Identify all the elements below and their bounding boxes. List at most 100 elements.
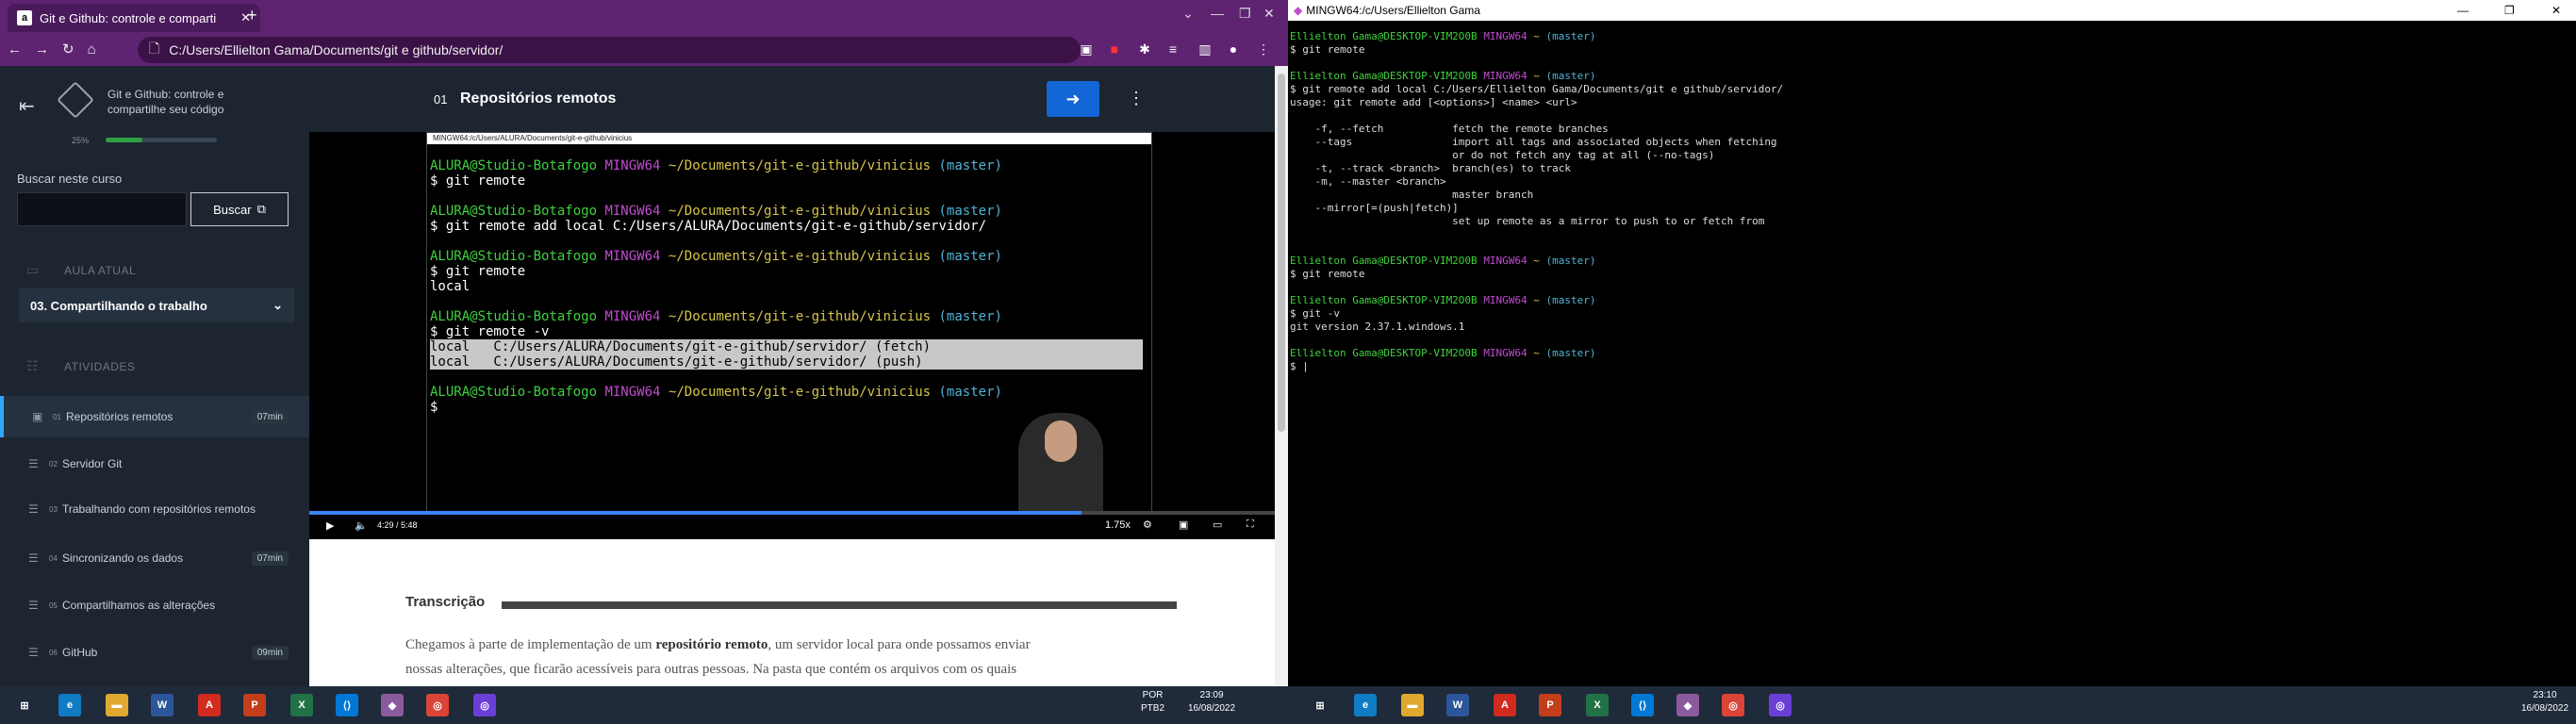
course-logo-icon [57, 81, 94, 119]
address-bar[interactable]: 🗋 C:/Users/Ellielton Gama/Documents/git … [138, 37, 1081, 63]
collapse-menu-icon[interactable]: ⇤ [19, 94, 35, 118]
video-terminal-line: ALURA@Studio-Botafogo MINGW64 ~/Document… [430, 204, 1002, 219]
theater-icon[interactable]: ▭ [1213, 518, 1222, 531]
home-icon[interactable]: ⌂ [88, 41, 96, 58]
progress-fill [106, 138, 142, 142]
terminal-minimize[interactable]: — [2457, 4, 2469, 17]
term-prompt-path: ~ [1533, 294, 1540, 306]
prompt-sys: MINGW64 [604, 385, 661, 400]
tray-clock-right[interactable]: 23:10 16/08/2022 [2521, 689, 2568, 716]
activity-item[interactable]: ▣ 01 Repositórios remotos 07min [0, 396, 309, 437]
acrobat-icon[interactable]: A [198, 694, 221, 716]
start-icon[interactable]: ⊞ [13, 694, 36, 716]
search-input[interactable] [17, 192, 187, 226]
prompt-branch: (master) [938, 204, 1002, 219]
activity-item[interactable]: ☰ 02 Servidor Git [0, 443, 309, 485]
term-prompt-path: ~ [1533, 70, 1540, 82]
activity-item[interactable]: ☰ 04 Sincronizando os dados 07min [0, 537, 309, 579]
close-window-button[interactable]: ✕ [1263, 6, 1275, 22]
activity-item[interactable]: ☰ 05 Compartilhamos as alterações [0, 584, 309, 626]
menu-icon[interactable]: ⋮ [1254, 40, 1273, 58]
pip-icon[interactable]: ▣ [1179, 518, 1188, 531]
screen-cast-icon[interactable]: ▣ [1077, 40, 1096, 58]
transcript-bold: repositório remoto [655, 637, 768, 652]
chrome-icon[interactable]: ◎ [426, 694, 449, 716]
playback-speed[interactable]: 1.75x [1105, 519, 1131, 531]
browser-tab[interactable]: a Git e Github: controle e comparti ✕ [8, 4, 260, 32]
prompt-branch: (master) [938, 309, 1002, 324]
minimize-button[interactable]: — [1211, 6, 1224, 21]
terminal-line: $ git -v [1290, 307, 1340, 320]
word-icon[interactable]: W [151, 694, 173, 716]
activity-item[interactable]: ☰ 06 GitHub 09min [0, 632, 309, 673]
edge-icon[interactable]: e [1354, 694, 1377, 716]
back-icon[interactable]: ← [8, 41, 22, 58]
next-lesson-button[interactable]: ➜ [1047, 81, 1099, 117]
play-icon[interactable]: ▶ [326, 519, 334, 532]
more-options-icon[interactable]: ⋮ [1128, 89, 1145, 108]
video-terminal-line: ALURA@Studio-Botafogo MINGW64 ~/Document… [430, 158, 1002, 173]
term-prompt-sys: MINGW64 [1483, 294, 1527, 306]
volume-icon[interactable]: 🔈 [355, 519, 368, 532]
powerpoint-icon[interactable]: P [243, 694, 266, 716]
start-icon[interactable]: ⊞ [1309, 694, 1331, 716]
extension-icon[interactable]: ■ [1105, 40, 1124, 58]
new-tab-button[interactable]: + [247, 6, 257, 25]
tray-time-right: 23:10 [2533, 690, 2557, 700]
vscode-icon[interactable]: ⟨⟩ [336, 694, 358, 716]
lesson-select[interactable]: 03. Compartilhando o trabalho ⌄ [19, 288, 294, 322]
list-icon: ☰ [28, 502, 39, 516]
profile-icon[interactable]: ● [1224, 40, 1243, 58]
reload-icon[interactable]: ↻ [62, 41, 74, 58]
activity-item[interactable]: ☰ 03 Trabalhando com repositórios remotos [0, 488, 309, 530]
edge-icon[interactable]: e [58, 694, 81, 716]
prompt-sys: MINGW64 [604, 249, 661, 264]
page-scrollbar-thumb[interactable] [1278, 74, 1285, 432]
tray-lang2: PTB2 [1141, 703, 1165, 714]
powerpoint-icon[interactable]: P [1539, 694, 1561, 716]
tray-language[interactable]: POR PTB2 [1141, 689, 1164, 716]
activity-num: 03 [49, 504, 58, 514]
current-lesson-label: AULA ATUAL [64, 264, 137, 277]
search-button[interactable]: Buscar ⧉ [190, 192, 289, 226]
git-icon[interactable]: ◆ [1676, 694, 1699, 716]
puzzle-icon[interactable]: ✱ [1135, 40, 1154, 58]
maximize-button[interactable]: ❐ [1239, 6, 1251, 22]
terminal-titlebar: ◆ MINGW64:/c/Users/Ellielton Gama — ❐ ✕ [1288, 0, 2576, 21]
terminal-maximize[interactable]: ❐ [2504, 4, 2515, 17]
sidebar-icon[interactable]: ▥ [1196, 40, 1214, 58]
playlist-icon[interactable]: ≡ [1164, 40, 1182, 58]
chrome-icon[interactable]: ◎ [1722, 694, 1744, 716]
term-prompt-user: Ellielton Gama@DESKTOP-VIM2O0B [1290, 70, 1478, 82]
prompt-branch: (master) [938, 249, 1002, 264]
term-prompt-user: Ellielton Gama@DESKTOP-VIM2O0B [1290, 255, 1478, 267]
activity-duration: 09min [251, 645, 289, 660]
chrome-profile-icon[interactable]: ◎ [473, 694, 496, 716]
terminal-scrollbar[interactable] [2563, 21, 2576, 686]
chrome-profile-icon[interactable]: ◎ [1769, 694, 1792, 716]
terminal-close[interactable]: ✕ [2551, 4, 2561, 17]
progress-bar [106, 138, 217, 142]
tab-search-icon[interactable]: ⌄ [1182, 6, 1194, 22]
term-prompt-branch: (master) [1545, 30, 1596, 42]
vscode-icon[interactable]: ⟨⟩ [1631, 694, 1654, 716]
term-prompt-sys: MINGW64 [1483, 347, 1527, 359]
word-icon[interactable]: W [1446, 694, 1469, 716]
activity-num: 05 [49, 601, 58, 610]
excel-icon[interactable]: X [1586, 694, 1609, 716]
video-terminal-line: $ [430, 400, 438, 415]
folder-icon[interactable]: ▬ [106, 694, 128, 716]
fullscreen-icon[interactable]: ⛶ [1247, 518, 1254, 531]
forward-icon[interactable]: → [35, 41, 49, 58]
course-title: Git e Github: controle e compartilhe seu… [107, 88, 224, 116]
acrobat-icon[interactable]: A [1494, 694, 1516, 716]
book-icon: ▭ [26, 262, 40, 277]
tab-title: Git e Github: controle e comparti [40, 10, 217, 25]
settings-icon[interactable]: ⚙ [1143, 518, 1152, 531]
video-terminal-line: $ git remote [430, 173, 526, 189]
git-icon[interactable]: ◆ [381, 694, 404, 716]
term-prompt-path: ~ [1533, 255, 1540, 267]
excel-icon[interactable]: X [290, 694, 313, 716]
tray-clock[interactable]: 23:09 16/08/2022 [1188, 689, 1235, 716]
folder-icon[interactable]: ▬ [1401, 694, 1424, 716]
